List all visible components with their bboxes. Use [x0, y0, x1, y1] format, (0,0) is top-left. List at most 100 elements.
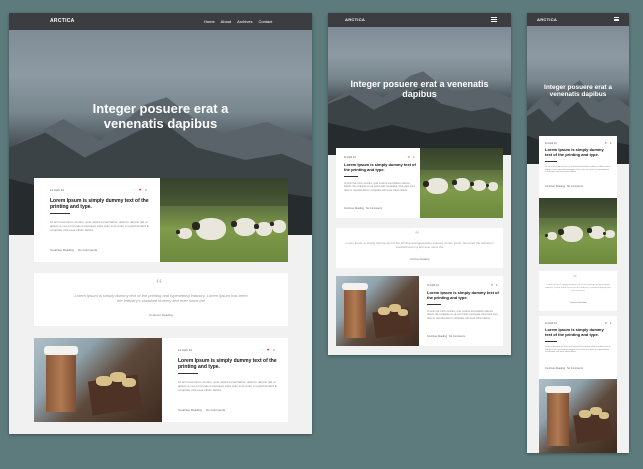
heart-icon[interactable]: ♥	[605, 141, 607, 145]
read-more-link[interactable]: Continue Reading	[178, 408, 202, 412]
navbar: ARCTICA	[328, 13, 511, 27]
tree-line	[160, 178, 288, 206]
sheep-photo	[160, 178, 288, 262]
hero-banner: Integer posuere erat a venenatis dapibus	[328, 27, 511, 155]
mobile-frame: ARCTICA Integer posuere erat a venenatis…	[527, 13, 629, 453]
post-card: 11 April 14 ♥ 4 Lorem Ipsum is simply du…	[34, 338, 288, 422]
sheep	[452, 178, 470, 191]
like-count: 4	[610, 322, 612, 325]
quote-icon: “	[573, 273, 577, 283]
comments-link[interactable]: No Comments	[567, 367, 583, 370]
title-divider	[427, 304, 441, 305]
post-date: 11 April 14	[50, 188, 64, 192]
coffee-cup	[547, 391, 569, 446]
quote-icon: “	[415, 230, 420, 241]
coffee-cup	[46, 352, 76, 412]
title-divider	[545, 161, 557, 162]
post-date: 11 April 14	[178, 348, 192, 352]
sheep	[270, 220, 286, 233]
sheep	[603, 230, 615, 238]
sheep	[486, 182, 498, 191]
like-count: 4	[413, 156, 415, 159]
sheep	[470, 180, 486, 191]
read-more-link[interactable]: Continue Reading	[427, 335, 447, 338]
read-more-link[interactable]: Continue Reading	[545, 185, 565, 188]
cookie	[122, 378, 136, 387]
post-title[interactable]: Lorem Ipsum is simply dummy text of the …	[50, 198, 150, 210]
post-title[interactable]: Lorem Ipsum is simply dummy text of the …	[427, 290, 499, 301]
cup-lid	[342, 283, 368, 290]
like-count: 4	[610, 142, 612, 145]
post-excerpt: Ut enim ad minim veniam, quis nostrud ex…	[545, 166, 611, 174]
heart-icon[interactable]: ♥	[605, 321, 607, 325]
read-more-link[interactable]: Continue Reading	[545, 367, 565, 370]
nav-about[interactable]: About	[221, 19, 231, 24]
hamburger-menu-icon[interactable]	[614, 17, 619, 21]
post-excerpt: Ut enim ad minim veniam, quis nostrud ex…	[427, 310, 498, 320]
coffee-photo	[34, 338, 162, 422]
like-count: 4	[273, 348, 275, 352]
site-logo[interactable]: ARCTICA	[50, 18, 75, 24]
like-count: 4	[496, 284, 498, 287]
nav-archives[interactable]: Archives	[237, 19, 252, 24]
comments-link[interactable]: No Comments	[449, 335, 465, 338]
heart-icon[interactable]: ♥	[408, 155, 410, 159]
tablet-frame: ARCTICA Integer posuere erat a venenatis…	[328, 13, 511, 355]
heart-icon[interactable]: ♥	[139, 187, 141, 192]
post-excerpt: Ut enim ad minim veniam, quis nostrud ex…	[178, 380, 278, 393]
post-excerpt: Ut enim ad minim veniam, quis nostrud ex…	[50, 220, 150, 233]
tree-line	[539, 198, 617, 218]
cup-lid	[545, 386, 571, 393]
post-title[interactable]: Lorem Ipsum is simply dummy text of the …	[545, 147, 611, 158]
hamburger-menu-icon[interactable]	[491, 17, 497, 22]
post-date: 11 April 14	[545, 142, 557, 145]
sheep	[558, 226, 583, 242]
like-count: 4	[145, 188, 147, 192]
read-more-link[interactable]: Continue Reading	[50, 248, 74, 252]
quote-card: “ Lorem Ipsum is simply dummy text of th…	[539, 271, 617, 311]
quote-icon: “	[156, 277, 163, 292]
post-card: 11 April 14 ♥ 4 Lorem Ipsum is simply du…	[336, 148, 503, 218]
coffee-cup	[344, 288, 366, 338]
post-date: 11 April 14	[344, 156, 356, 159]
post-card: 11 April 14 ♥ 4 Lorem Ipsum is simply du…	[539, 136, 617, 264]
sheep-photo	[539, 198, 617, 264]
site-logo[interactable]: ARCTICA	[345, 17, 365, 22]
nav-home[interactable]: Home	[204, 19, 215, 24]
post-title[interactable]: Lorem Ipsum is simply dummy text of the …	[545, 327, 611, 338]
post-title[interactable]: Lorem Ipsum is simply dummy text of the …	[178, 358, 278, 370]
title-divider	[545, 341, 557, 342]
cookie	[599, 412, 609, 419]
navbar: ARCTICA	[527, 13, 629, 26]
quote-author: Continue Reading	[409, 258, 430, 261]
nav-menu: Home About Archives Contact	[204, 19, 272, 24]
read-more-link[interactable]: Continue Reading	[344, 207, 364, 210]
sheep	[545, 232, 557, 240]
quote-author: Continue Reading	[148, 313, 174, 317]
nav-contact[interactable]: Contact	[258, 19, 272, 24]
sheep-photo	[420, 148, 503, 218]
quote-text: Lorem Ipsum is simply dummy text of the …	[345, 241, 494, 249]
desktop-frame: ARCTICA Home About Archives Contact Inte…	[9, 13, 312, 434]
cup-lid	[44, 346, 78, 355]
post-card: 11 April 14 ♥ 4 Lorem Ipsum is simply du…	[34, 178, 288, 262]
site-logo[interactable]: ARCTICA	[537, 17, 557, 22]
comments-link[interactable]: No Comments	[567, 185, 583, 188]
cookie	[398, 309, 408, 316]
quote-text: Lorem Ipsum is simply dummy text of the …	[74, 293, 248, 304]
quote-card: “ Lorem Ipsum is simply dummy text of th…	[336, 228, 503, 268]
title-divider	[178, 373, 198, 374]
heart-icon[interactable]: ♥	[491, 283, 493, 287]
sheep	[192, 218, 226, 240]
comments-link[interactable]: No Comments	[206, 408, 225, 412]
post-title[interactable]: Lorem Ipsum is simply dummy text of the …	[344, 162, 416, 173]
coffee-photo	[539, 379, 617, 453]
comments-link[interactable]: No Comments	[366, 207, 382, 210]
hero-title: Integer posuere erat a venenatis dapibus	[350, 79, 489, 100]
quote-author: Continue Reading	[569, 302, 587, 304]
heart-icon[interactable]: ♥	[267, 347, 269, 352]
hero-title: Integer posuere erat a venenatis dapibus	[92, 101, 229, 131]
sheep	[176, 228, 192, 239]
hero-title: Integer posuere erat a venenatis dapibus	[544, 84, 612, 99]
comments-link[interactable]: No Comments	[78, 248, 97, 252]
